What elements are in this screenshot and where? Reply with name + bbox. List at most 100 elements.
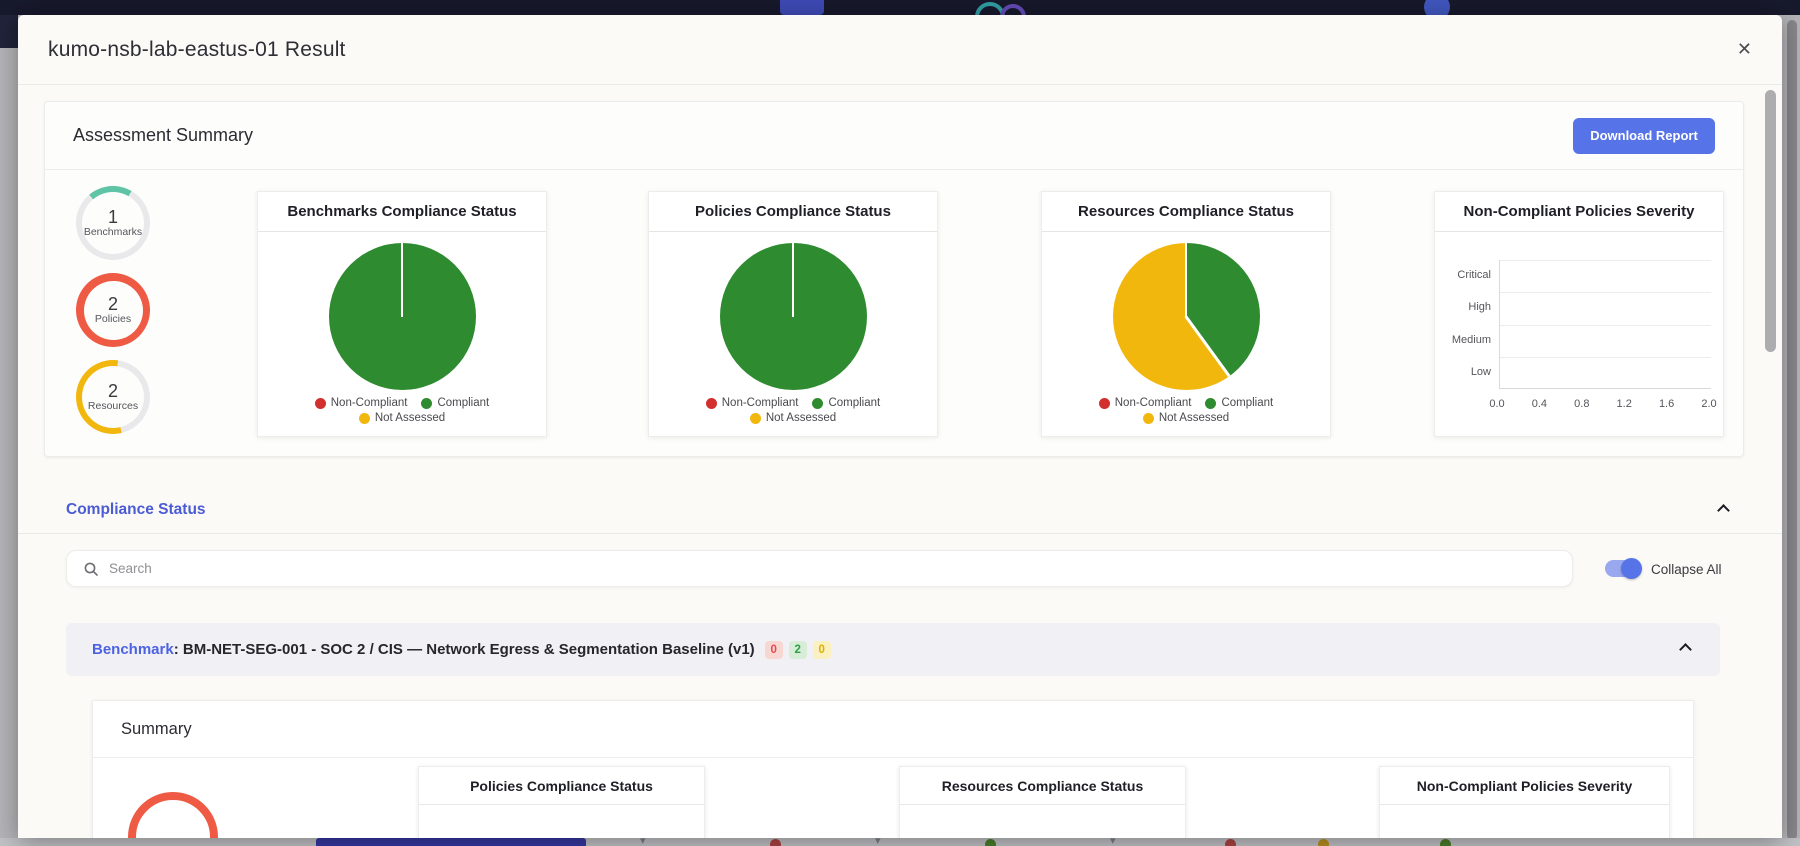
counter-inner: 2 Policies bbox=[83, 280, 143, 340]
mini-chart-title: Non-Compliant Policies Severity bbox=[1380, 767, 1669, 805]
counter-benchmarks: 1 Benchmarks bbox=[76, 186, 150, 260]
close-icon[interactable]: ✕ bbox=[1737, 39, 1752, 60]
count-badge: 0 bbox=[812, 641, 831, 659]
modal-header: kumo-nsb-lab-eastus-01 Result ✕ bbox=[18, 15, 1782, 85]
axis-tick-label: 0.8 bbox=[1574, 398, 1590, 410]
assessment-summary-header: Assessment Summary Download Report bbox=[45, 102, 1743, 170]
chevron-up-icon bbox=[1717, 503, 1730, 517]
legend-dot bbox=[314, 397, 326, 409]
chart-title: Non-Compliant Policies Severity bbox=[1435, 192, 1723, 232]
legend-item: Not Assessed bbox=[749, 412, 836, 424]
counter-value: 2 bbox=[107, 380, 118, 401]
section-collapse-button[interactable] bbox=[1715, 499, 1732, 522]
legend-dot bbox=[705, 397, 717, 409]
modal-title: kumo-nsb-lab-eastus-01 Result bbox=[48, 37, 346, 61]
severity-bar-chart: Critical High Medium Low 0.0 0.4 0.8 1.2 1.6 2.0 bbox=[1435, 232, 1723, 436]
axis-category-label: High bbox=[1468, 301, 1491, 313]
legend-item: Not Assessed bbox=[1142, 412, 1229, 424]
axis-tick-label: 0.4 bbox=[1531, 398, 1548, 410]
download-report-button[interactable]: Download Report bbox=[1573, 117, 1715, 154]
counter-inner: 2 Resources bbox=[82, 366, 144, 428]
legend-dot bbox=[1098, 397, 1110, 409]
search-icon bbox=[84, 562, 98, 576]
axis-tick-label: 0.0 bbox=[1489, 398, 1505, 410]
toggle-knob bbox=[1621, 558, 1642, 579]
compliance-status-section-header: Compliance Status bbox=[66, 495, 1732, 525]
mini-chart-card: Resources Compliance Status bbox=[899, 766, 1186, 838]
legend-item: Non-Compliant bbox=[314, 397, 407, 409]
severity-chart-card: Non-Compliant Policies Severity Critical… bbox=[1434, 191, 1724, 437]
compliance-status-heading[interactable]: Compliance Status bbox=[66, 501, 206, 519]
count-badge: 2 bbox=[788, 641, 807, 659]
axis-tick-label: 1.2 bbox=[1616, 398, 1632, 410]
chart-legend: Non-Compliant Compliant Not Assessed bbox=[675, 397, 911, 424]
counter-resources: 2 Resources bbox=[76, 360, 150, 434]
pie-slice-divider bbox=[1184, 243, 1188, 317]
axis-tick-label: 1.6 bbox=[1658, 398, 1675, 410]
screen: ▾ ▾ ▾ kumo-nsb-lab-eastus-01 Result ✕ Asse… bbox=[0, 0, 1800, 846]
legend-item: Non-Compliant bbox=[1098, 397, 1191, 409]
gridline bbox=[1500, 325, 1711, 326]
mini-chart-card: Policies Compliance Status bbox=[418, 766, 705, 838]
collapse-all-label: Collapse All bbox=[1651, 562, 1722, 577]
gridline bbox=[1500, 357, 1711, 358]
collapse-all-toggle[interactable] bbox=[1605, 558, 1642, 579]
benchmark-badges: 020 bbox=[764, 640, 837, 659]
policies-ring-partial bbox=[128, 792, 218, 838]
pie-slice-divider bbox=[400, 243, 404, 317]
chart-title: Policies Compliance Status bbox=[649, 192, 937, 232]
legend-item: Non-Compliant bbox=[705, 397, 798, 409]
legend-item: Compliant bbox=[421, 397, 489, 409]
mini-chart-card: Non-Compliant Policies Severity bbox=[1379, 766, 1670, 838]
pie-chart-card: Benchmarks Compliance Status Non-Complia… bbox=[257, 191, 547, 437]
benchmark-row[interactable]: Benchmark : BM-NET-SEG-001 - SOC 2 / CIS… bbox=[66, 623, 1720, 676]
benchmark-title: : BM-NET-SEG-001 - SOC 2 / CIS — Network… bbox=[173, 641, 755, 658]
benchmark-label: Benchmark bbox=[92, 641, 174, 658]
axis-category-label: Critical bbox=[1457, 269, 1491, 281]
chevron-up-icon bbox=[1679, 643, 1692, 656]
chart-legend: Non-Compliant Compliant Not Assessed bbox=[1068, 397, 1304, 424]
assessment-summary-title: Assessment Summary bbox=[73, 125, 254, 145]
axis-category-label: Low bbox=[1470, 366, 1491, 378]
axis-tick-label: 2.0 bbox=[1701, 398, 1717, 410]
chart-title: Benchmarks Compliance Status bbox=[258, 192, 546, 232]
chart-legend: Non-Compliant Compliant Not Assessed bbox=[284, 397, 520, 424]
legend-dot bbox=[812, 397, 824, 409]
benchmark-summary-title: Summary bbox=[93, 701, 1693, 758]
counter-label: Resources bbox=[87, 400, 139, 413]
pie-chart bbox=[1112, 243, 1260, 390]
pie-chart-card: Resources Compliance Status Non-Complian… bbox=[1041, 191, 1331, 437]
counter-policies: 2 Policies bbox=[76, 273, 150, 347]
pie-chart-card: Policies Compliance Status Non-Compliant… bbox=[648, 191, 938, 437]
legend-dot bbox=[1205, 397, 1217, 409]
plot-area bbox=[1499, 260, 1711, 389]
pie-chart bbox=[328, 243, 476, 390]
mini-chart-title: Policies Compliance Status bbox=[419, 767, 704, 805]
assessment-summary-card: Assessment Summary Download Report 1 Ben… bbox=[44, 101, 1744, 457]
benchmark-collapse-button[interactable] bbox=[1677, 638, 1694, 661]
search-input[interactable] bbox=[109, 561, 1556, 576]
pie-slice-divider bbox=[1184, 315, 1231, 377]
modal-scrollbar[interactable] bbox=[1765, 90, 1776, 352]
search-bar bbox=[66, 550, 1573, 587]
legend-dot bbox=[358, 412, 370, 424]
axis-category-label: Medium bbox=[1451, 334, 1491, 346]
counter-label: Benchmarks bbox=[83, 226, 143, 239]
pie-slice-divider bbox=[791, 243, 795, 317]
pie-chart bbox=[719, 243, 867, 390]
legend-dot bbox=[421, 397, 433, 409]
divider bbox=[18, 533, 1782, 534]
mini-chart-title: Resources Compliance Status bbox=[900, 767, 1185, 805]
legend-item: Compliant bbox=[1205, 397, 1273, 409]
counter-label: Policies bbox=[94, 313, 132, 326]
counter-value: 1 bbox=[107, 206, 118, 227]
benchmark-summary-card: Summary Policies Compliance Status Resou… bbox=[92, 700, 1694, 838]
legend-item: Compliant bbox=[812, 397, 880, 409]
count-badge: 0 bbox=[764, 641, 783, 659]
legend-dot bbox=[1142, 412, 1154, 424]
gridline bbox=[1500, 260, 1711, 261]
legend-dot bbox=[749, 412, 761, 424]
result-modal: kumo-nsb-lab-eastus-01 Result ✕ Assessme… bbox=[18, 15, 1782, 838]
chart-title: Resources Compliance Status bbox=[1042, 192, 1330, 232]
counter-inner: 1 Benchmarks bbox=[82, 192, 144, 254]
